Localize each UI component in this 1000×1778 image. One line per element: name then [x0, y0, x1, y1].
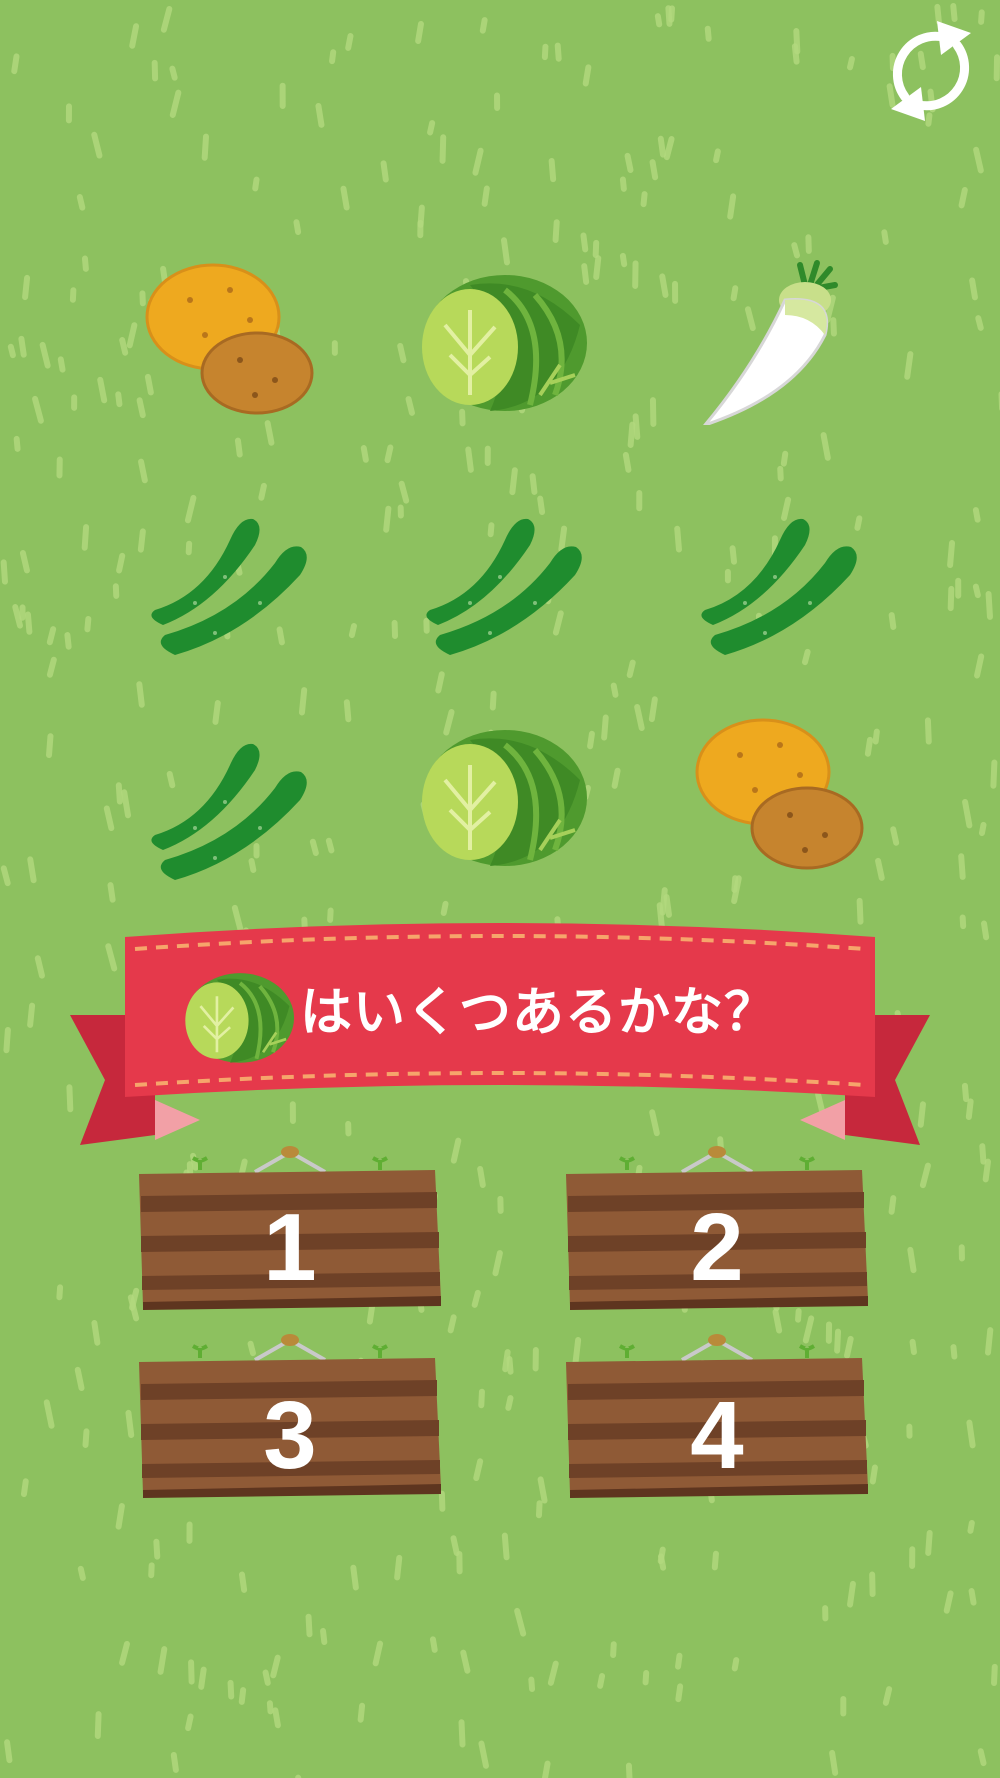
answer-button-1[interactable]: 1 [135, 1140, 445, 1320]
cabbage-icon [410, 255, 600, 425]
answer-label: 3 [263, 1382, 317, 1489]
cucumber-icon [135, 485, 325, 655]
question-text: はいくつあるかな？ [300, 983, 778, 1043]
refresh-icon[interactable] [875, 15, 987, 127]
cucumber-icon [685, 485, 875, 655]
question-banner: はいくつあるかな？ [60, 915, 940, 1160]
answer-label: 1 [263, 1194, 317, 1301]
potato-icon [135, 255, 325, 425]
daikon-icon [685, 255, 875, 425]
answer-button-2[interactable]: 2 [562, 1140, 872, 1320]
cabbage-icon [175, 960, 305, 1072]
answer-label: 2 [690, 1194, 744, 1301]
answer-button-4[interactable]: 4 [562, 1328, 872, 1508]
answer-button-3[interactable]: 3 [135, 1328, 445, 1508]
cabbage-icon [410, 710, 600, 880]
cucumber-icon [410, 485, 600, 655]
cucumber-icon [135, 710, 325, 880]
potato-icon [685, 710, 875, 880]
answer-label: 4 [690, 1382, 744, 1489]
